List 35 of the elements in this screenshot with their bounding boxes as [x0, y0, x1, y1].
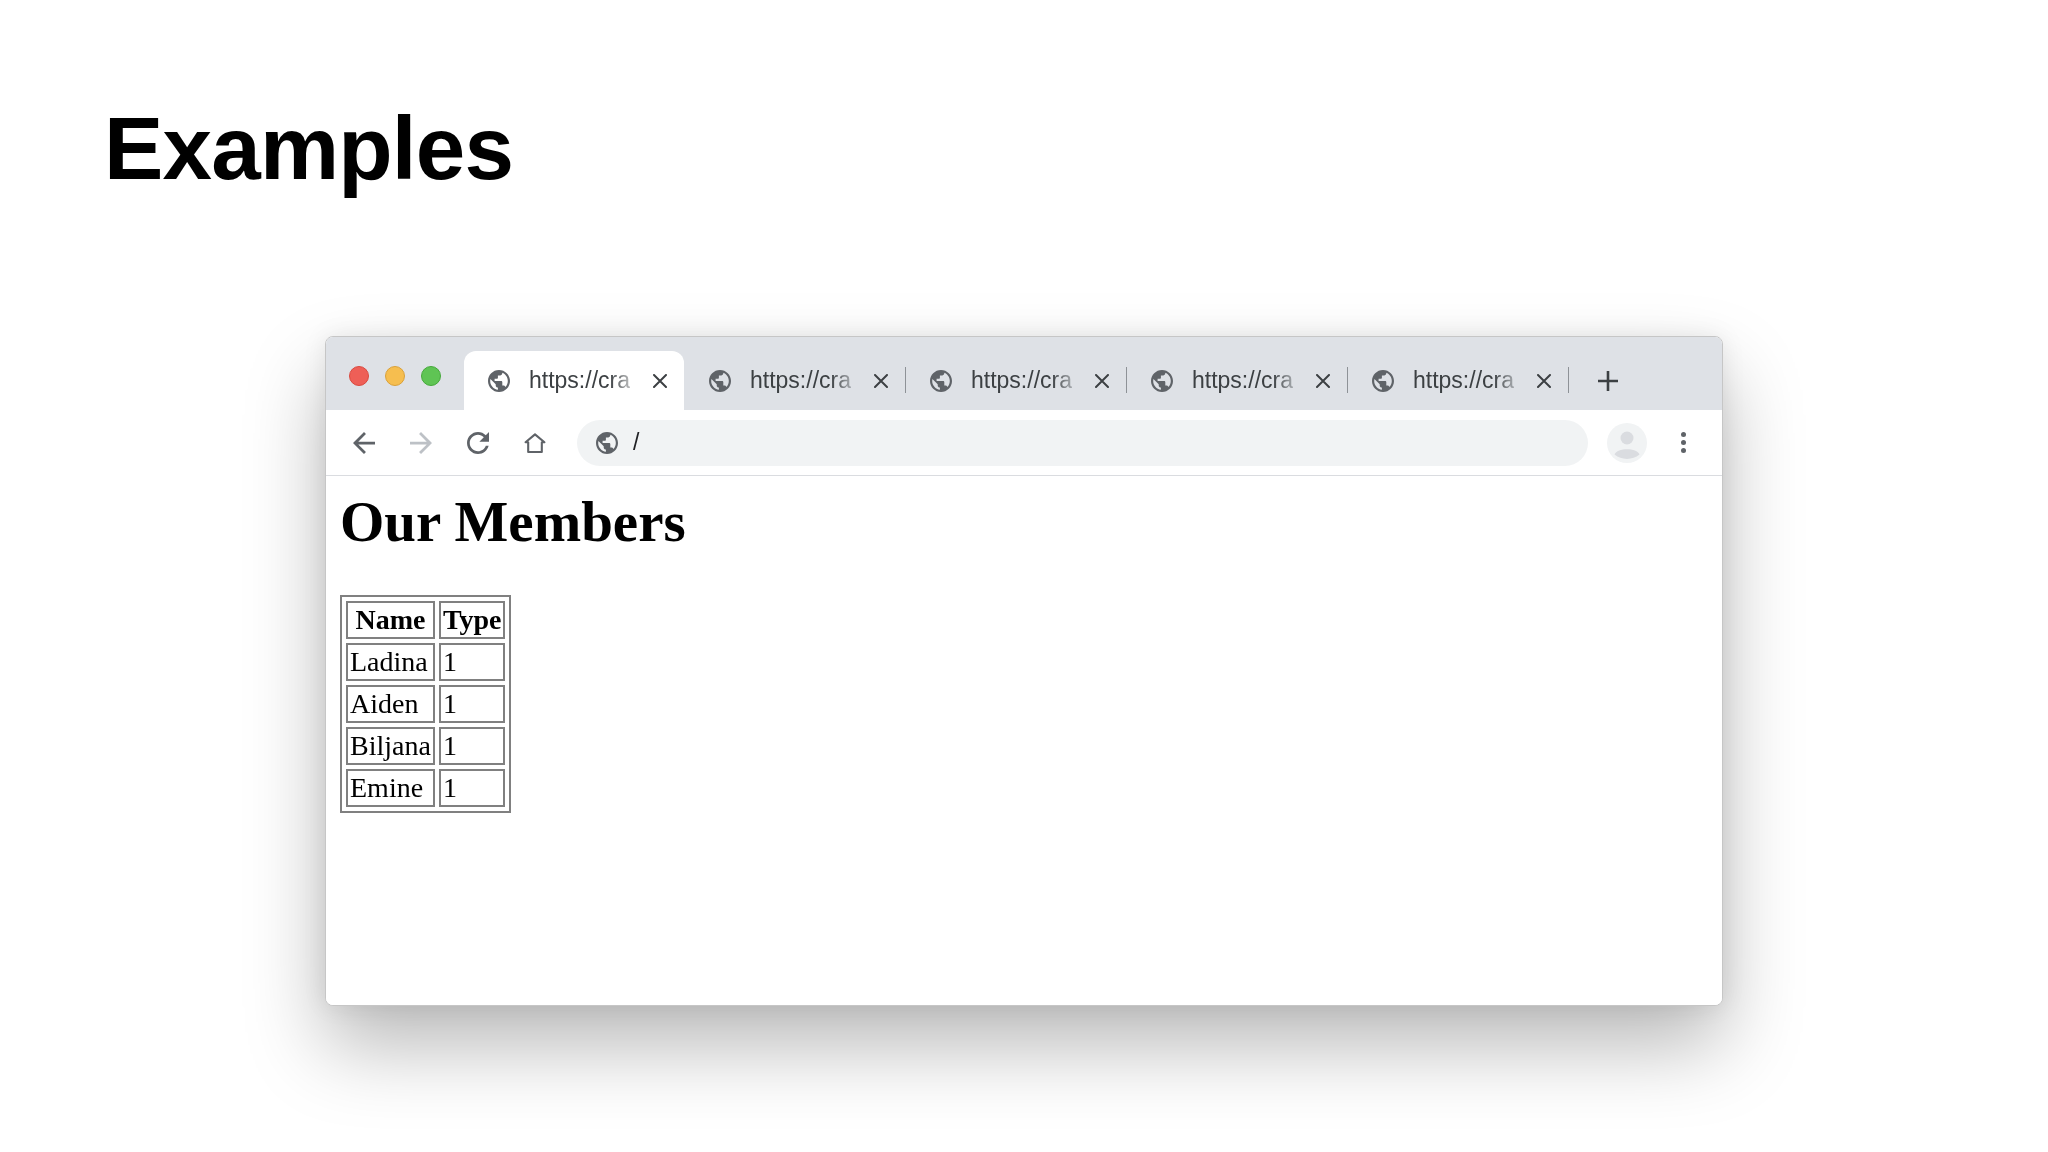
slide-title: Examples [104, 98, 514, 199]
reload-icon[interactable] [467, 431, 489, 454]
table-cell: Biljana [346, 727, 435, 765]
table-cell: 1 [438, 727, 506, 765]
table-cell: 1 [438, 643, 506, 681]
globe-icon [930, 369, 952, 392]
globe-icon [1151, 369, 1173, 392]
browser-tab[interactable]: https://cra [1348, 351, 1568, 410]
home-icon[interactable] [524, 431, 546, 454]
browser-tab[interactable]: https://cra [906, 351, 1126, 410]
globe-icon [488, 369, 510, 392]
table-cell: 1 [438, 685, 506, 723]
plus-icon[interactable] [1597, 370, 1619, 392]
close-icon[interactable] [1095, 373, 1109, 388]
table-cell: Emine [346, 769, 435, 807]
kebab-menu-icon[interactable] [1681, 432, 1686, 453]
close-icon[interactable] [1537, 373, 1551, 388]
table-header-cell: Name [346, 601, 435, 639]
table-cell: Ladina [346, 643, 435, 681]
table-header-cell: Type [438, 601, 506, 639]
table-cell: 1 [438, 769, 506, 807]
browser-tab[interactable]: https://cra [685, 351, 905, 410]
browser-tab[interactable]: https://cra [1127, 351, 1347, 410]
back-arrow-icon[interactable] [353, 431, 375, 454]
close-icon[interactable] [1316, 373, 1330, 388]
close-icon[interactable] [874, 373, 888, 388]
table-cell: Aiden [346, 685, 435, 723]
close-icon[interactable] [653, 373, 667, 388]
globe-icon [709, 369, 731, 392]
globe-icon [596, 431, 618, 454]
browser-tab[interactable]: https://cra [464, 351, 684, 410]
address-field[interactable]: / [577, 419, 1588, 466]
page-heading: Our Members [340, 490, 686, 554]
window-close-icon[interactable] [349, 366, 369, 386]
globe-icon [1372, 369, 1394, 392]
